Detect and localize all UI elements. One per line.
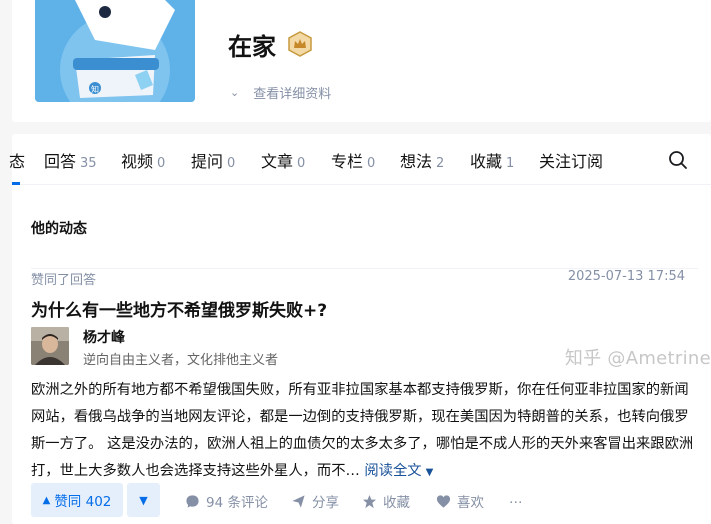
tab-label: 想法: [400, 152, 433, 171]
upvote-button[interactable]: ▲ 赞同 402: [31, 483, 123, 517]
activity-card: 态 回答 35 视频 0 提问 0 文章 0 专栏 0 想法 2 收藏 1 关注订阅: [9, 134, 711, 524]
chevron-down-icon: ▼: [425, 467, 434, 478]
tab-label: 收藏: [470, 152, 503, 171]
triangle-down-icon: ▼: [139, 493, 148, 507]
tab-count: 2: [436, 156, 445, 171]
answer-excerpt[interactable]: 欧洲之外的所有地方都不希望俄国失败，所有亚非拉国家基本都支持俄罗斯，你在任何亚非…: [31, 377, 699, 486]
tab-questions[interactable]: 提问 0: [191, 148, 235, 172]
crown-badge-icon[interactable]: [287, 31, 313, 57]
feed-action: 赞同了回答: [31, 273, 97, 288]
heart-icon: [436, 494, 451, 508]
like-label: 喜欢: [457, 495, 484, 511]
favorite-button[interactable]: 收藏: [362, 491, 410, 511]
view-details-link[interactable]: ⌄ 查看详细资料: [230, 83, 331, 102]
read-more-label: 阅读全文: [364, 463, 422, 479]
section-title: 他的动态: [31, 221, 87, 237]
tab-thoughts[interactable]: 想法 2: [400, 148, 444, 172]
author-name[interactable]: 杨才峰: [83, 327, 125, 347]
tab-activity[interactable]: 态: [9, 148, 25, 172]
tab-count: 0: [227, 156, 236, 171]
feed-timestamp: 2025-07-13 17:54: [567, 269, 685, 284]
search-icon[interactable]: [668, 150, 688, 170]
tab-label: 文章: [261, 152, 294, 171]
tab-count: 0: [157, 156, 166, 171]
profile-avatar-frame: 知: [33, 0, 197, 104]
more-button[interactable]: …: [509, 491, 523, 507]
comments-button[interactable]: 94 条评论: [185, 491, 268, 511]
upvote-label: 赞同 402: [54, 494, 112, 510]
profile-tabs: 态 回答 35 视频 0 提问 0 文章 0 专栏 0 想法 2 收藏 1 关注订阅: [9, 134, 711, 185]
tab-label: 关注订阅: [539, 152, 604, 171]
tab-columns[interactable]: 专栏 0: [331, 148, 375, 172]
downvote-button[interactable]: ▼: [127, 483, 160, 517]
comments-label: 94 条评论: [206, 495, 268, 511]
view-details-label: 查看详细资料: [253, 87, 332, 102]
like-button[interactable]: 喜欢: [436, 491, 484, 511]
tab-answers[interactable]: 回答 35: [44, 148, 97, 172]
read-more-link[interactable]: 阅读全文 ▼: [364, 463, 433, 479]
tab-label: 提问: [191, 152, 224, 171]
active-tab-indicator: [12, 182, 20, 185]
more-icon: …: [509, 491, 523, 507]
tab-count: 0: [367, 156, 376, 171]
tab-videos[interactable]: 视频 0: [121, 148, 165, 172]
share-label: 分享: [312, 495, 339, 511]
triangle-up-icon: ▲: [42, 494, 51, 506]
tab-articles[interactable]: 文章 0: [261, 148, 305, 172]
tab-following[interactable]: 关注订阅: [539, 148, 603, 172]
question-title[interactable]: 为什么有一些地方不希望俄罗斯失败+?: [31, 296, 327, 321]
comment-icon: [186, 494, 199, 508]
action-bar: ▲ 赞同 402 ▼ 94 条评论 分享 收藏 喜欢 …: [31, 483, 699, 517]
profile-avatar[interactable]: 知: [35, 0, 195, 102]
tab-label: 专栏: [331, 152, 364, 171]
tab-label: 视频: [121, 152, 154, 171]
share-icon: [292, 494, 305, 508]
tab-count: 35: [80, 156, 97, 171]
favorite-label: 收藏: [383, 495, 410, 511]
watermark: 知乎 @Ametrine: [564, 348, 711, 369]
chevron-down-icon: ⌄: [230, 86, 240, 99]
tab-count: 0: [297, 156, 306, 171]
tab-collections[interactable]: 收藏 1: [470, 148, 514, 172]
svg-text:知: 知: [91, 84, 99, 94]
tab-label: 回答: [44, 152, 77, 171]
star-icon: [362, 494, 377, 508]
profile-name: 在家: [228, 33, 276, 61]
excerpt-text: 欧洲之外的所有地方都不希望俄国失败，所有亚非拉国家基本都支持俄罗斯，你在任何亚非…: [31, 382, 694, 479]
author-avatar[interactable]: [31, 327, 69, 365]
tab-count: 1: [506, 156, 515, 171]
author-bio: 逆向自由主义者，文化排他主义者: [83, 353, 279, 368]
share-button[interactable]: 分享: [291, 491, 339, 511]
